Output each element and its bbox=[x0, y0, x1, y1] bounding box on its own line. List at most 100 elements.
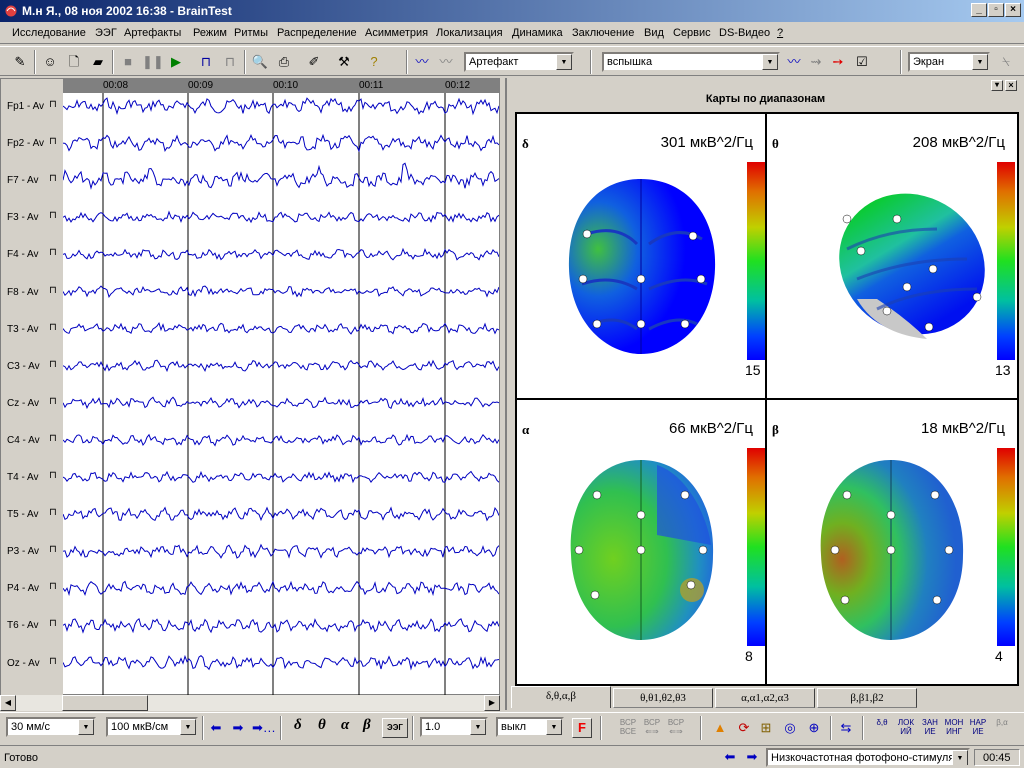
band-button-zan[interactable]: ЗАН ИЕ bbox=[920, 718, 940, 736]
chevron-down-icon[interactable]: ▼ bbox=[546, 719, 562, 735]
toolbar-separator bbox=[34, 50, 36, 74]
eeg-horizontal-scrollbar[interactable]: ◀ ▶ bbox=[0, 695, 500, 711]
f-button[interactable]: F bbox=[572, 718, 592, 738]
calibration-icon[interactable]: ⊓ bbox=[196, 52, 216, 72]
chevron-down-icon[interactable]: ▼ bbox=[78, 719, 94, 735]
stim-arrow-icon[interactable]: ➙ bbox=[828, 52, 848, 72]
print-preview-icon[interactable]: 🔍 bbox=[250, 52, 270, 72]
filter-combo[interactable]: выкл ▼ bbox=[496, 717, 564, 737]
close-button[interactable]: × bbox=[1005, 3, 1021, 17]
play-icon[interactable]: ▶ bbox=[166, 52, 186, 72]
menu-item-service[interactable]: Сервис bbox=[673, 27, 711, 39]
stim-prev-icon[interactable]: ⬅ bbox=[720, 747, 740, 767]
menu-item-artifacts[interactable]: Артефакты bbox=[124, 27, 181, 39]
tab-all-bands[interactable]: δ,θ,α,β bbox=[511, 686, 611, 708]
new-file-icon[interactable]: 🗋 bbox=[64, 52, 84, 72]
menu-item-study[interactable]: Исследование bbox=[12, 27, 86, 39]
print-icon[interactable]: ⎙ bbox=[274, 52, 294, 72]
tab-theta[interactable]: θ,θ1,θ2,θ3 bbox=[613, 688, 713, 708]
gain-combo[interactable]: 1.0 ▼ bbox=[420, 717, 488, 737]
stimulus-combo[interactable]: вспышка ▼ bbox=[602, 52, 780, 72]
maximize-button[interactable]: ▫ bbox=[988, 3, 1004, 17]
menu-item-conclusion[interactable]: Заключение bbox=[572, 27, 634, 39]
stim-edit-icon[interactable]: ☑ bbox=[852, 52, 872, 72]
eeg-traces[interactable] bbox=[63, 93, 499, 696]
target-icon[interactable]: ⊕ bbox=[804, 718, 824, 738]
wave-icon[interactable]: 〰 bbox=[412, 52, 432, 72]
menu-item-asymmetry[interactable]: Асимметрия bbox=[365, 27, 428, 39]
stim-next-icon[interactable]: ➡ bbox=[742, 747, 762, 767]
minimize-button[interactable]: _ bbox=[971, 3, 987, 17]
speed-combo[interactable]: 30 мм/с ▼ bbox=[6, 717, 96, 737]
chevron-down-icon[interactable]: ▼ bbox=[952, 750, 968, 765]
menu-item-eeg[interactable]: ЭЭГ bbox=[95, 27, 117, 39]
panel-close-icon[interactable]: × bbox=[1005, 80, 1017, 91]
export-icon[interactable]: ⇆ bbox=[836, 718, 856, 738]
tool-icon[interactable]: ⚒ bbox=[334, 52, 354, 72]
open-folder-icon[interactable]: ▰ bbox=[88, 52, 108, 72]
menu-item-ds-video[interactable]: DS-Видео bbox=[719, 27, 770, 39]
scroll-thumb[interactable] bbox=[62, 695, 148, 711]
wave-off-icon[interactable]: 〰 bbox=[436, 52, 456, 72]
chevron-down-icon[interactable]: ▼ bbox=[972, 54, 988, 70]
menu-item-rhythms[interactable]: Ритмы bbox=[234, 27, 268, 39]
menu-item-view[interactable]: Вид bbox=[644, 27, 664, 39]
band-button-delta-theta[interactable]: δ,θ bbox=[872, 718, 892, 727]
tab-beta[interactable]: β,β1,β2 bbox=[817, 688, 917, 708]
map-quadrant-delta[interactable]: δ 301 мкВ^2/Гц 15 bbox=[517, 114, 767, 400]
edit-icon[interactable]: ✐ bbox=[304, 52, 324, 72]
theta-button[interactable]: θ bbox=[318, 717, 326, 734]
arrow-left-icon[interactable]: ⬅ bbox=[206, 718, 226, 738]
channel-label: Fp1 - Av bbox=[7, 101, 45, 112]
menu-item-help[interactable]: ? bbox=[777, 27, 783, 39]
vsp-all-button[interactable]: ВСР ВСЕ bbox=[618, 718, 638, 736]
pin-icon[interactable]: ⍀ bbox=[996, 52, 1016, 72]
band-button-lok[interactable]: ЛОК ИЙ bbox=[896, 718, 916, 736]
chevron-down-icon[interactable]: ▼ bbox=[470, 719, 486, 735]
amplitude-combo[interactable]: 100 мкВ/см ▼ bbox=[106, 717, 198, 737]
window-title: М.н Я., 08 ноя 2002 16:38 - BrainTest bbox=[22, 4, 232, 18]
vsp-left-button[interactable]: ВСР ⇐⇒ bbox=[642, 718, 662, 736]
scroll-left-icon[interactable]: ◀ bbox=[0, 695, 16, 711]
map-quadrant-beta[interactable]: β 18 мкВ^2/Гц 4 bbox=[767, 400, 1017, 686]
menu-item-mode[interactable]: Режим bbox=[193, 27, 227, 39]
map-quadrant-theta[interactable]: θ 208 мкВ^2/Гц 13 bbox=[767, 114, 1017, 400]
open-study-icon[interactable]: ✎ bbox=[10, 52, 30, 72]
calibration-off-icon[interactable]: ⊓ bbox=[220, 52, 240, 72]
stimulation-combo[interactable]: Низкочастотная фотофоно-стимуля ▼ bbox=[766, 748, 970, 767]
tab-alpha[interactable]: α,α1,α2,α3 bbox=[715, 688, 815, 708]
panel-menu-icon[interactable]: ▾ bbox=[991, 80, 1003, 91]
menu-item-distribution[interactable]: Распределение bbox=[277, 27, 357, 39]
scroll-right-icon[interactable]: ▶ bbox=[484, 695, 500, 711]
refresh-map-icon[interactable]: ⟳ bbox=[734, 718, 754, 738]
eeg-button[interactable]: ЭЭГ bbox=[382, 718, 408, 738]
band-button-mon[interactable]: МОН ИНГ bbox=[944, 718, 964, 736]
arrow-right-icon[interactable]: ➡ bbox=[228, 718, 248, 738]
menu-item-localization[interactable]: Локализация bbox=[436, 27, 503, 39]
spectrum-icon[interactable]: ▲ bbox=[710, 718, 730, 738]
stim-marker-icon[interactable]: ⇝ bbox=[806, 52, 826, 72]
chevron-down-icon[interactable]: ▼ bbox=[762, 54, 778, 70]
stim-wave-icon[interactable]: 〰 bbox=[784, 52, 804, 72]
eeg-trace bbox=[63, 433, 499, 447]
menu-item-dynamics[interactable]: Динамика bbox=[512, 27, 563, 39]
beta-button[interactable]: β bbox=[363, 717, 371, 734]
patient-icon[interactable]: ☺ bbox=[40, 52, 60, 72]
globe-icon[interactable]: ◎ bbox=[780, 718, 800, 738]
chevron-down-icon[interactable]: ▼ bbox=[556, 54, 572, 70]
help-icon[interactable]: ? bbox=[364, 52, 384, 72]
arrow-right-more-icon[interactable]: ➡… bbox=[252, 718, 276, 738]
chevron-down-icon[interactable]: ▼ bbox=[180, 719, 196, 735]
grid-icon[interactable]: ⊞ bbox=[756, 718, 776, 738]
delta-button[interactable]: δ bbox=[294, 717, 302, 734]
band-button-beta-alpha[interactable]: β,α bbox=[992, 718, 1012, 727]
map-quadrant-alpha[interactable]: α 66 мкВ^2/Гц 8 bbox=[517, 400, 767, 686]
toolbar-separator bbox=[202, 716, 204, 740]
band-button-nar[interactable]: НАР ИЕ bbox=[968, 718, 988, 736]
pause-icon[interactable]: ❚❚ bbox=[142, 52, 164, 72]
stop-icon[interactable]: ■ bbox=[118, 52, 138, 72]
alpha-button[interactable]: α bbox=[341, 717, 349, 734]
screen-combo[interactable]: Экран ▼ bbox=[908, 52, 990, 72]
vsp-right-button[interactable]: ВСР ⇐⇒ bbox=[666, 718, 686, 736]
artifact-combo[interactable]: Артефакт ▼ bbox=[464, 52, 574, 72]
